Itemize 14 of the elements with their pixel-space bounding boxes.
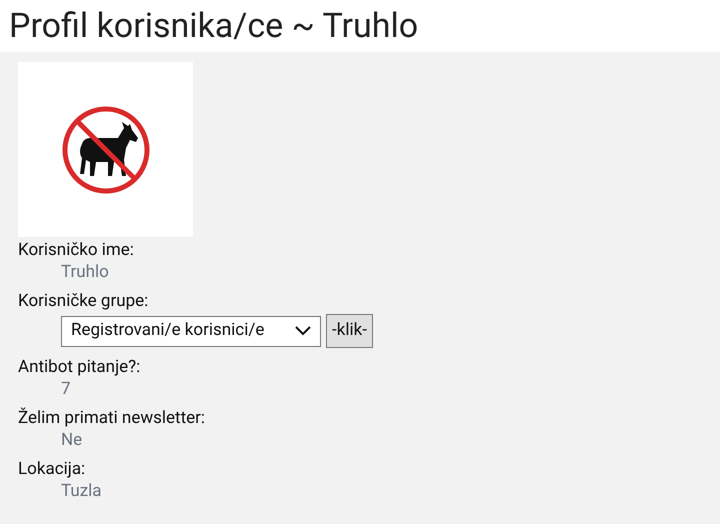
- chevron-down-icon: [295, 326, 311, 336]
- field-label: Korisničke grupe:: [18, 290, 150, 312]
- field-label: Lokacija:: [18, 458, 86, 480]
- field-value: Truhlo: [60, 261, 110, 283]
- field-label: Antibot pitanje?:: [18, 356, 142, 378]
- field-label: Korisničko ime:: [18, 239, 135, 261]
- prohibited-goat-icon: [60, 104, 152, 196]
- field-label: Želim primati newsletter:: [18, 407, 206, 429]
- page-title: Profil korisnika/ce ~ Truhlo: [9, 9, 418, 43]
- field-value: Ne: [60, 429, 84, 451]
- group-select[interactable]: Registrovani/e korisnici/e: [61, 316, 321, 346]
- field-value: Tuzla: [60, 480, 103, 502]
- klik-button[interactable]: -klik-: [326, 314, 373, 348]
- field-value: 7: [60, 378, 72, 400]
